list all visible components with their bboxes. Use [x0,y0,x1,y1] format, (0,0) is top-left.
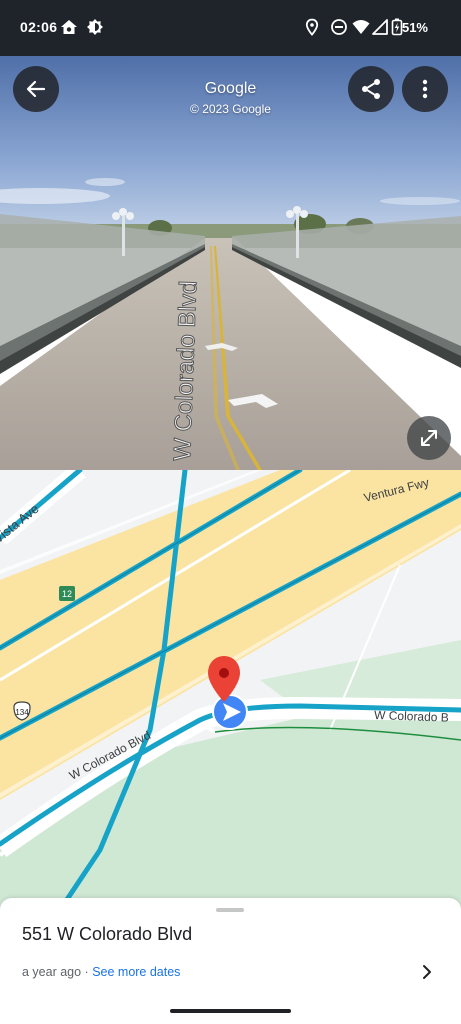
street-view-image: W Colorado Blvd [0,56,461,470]
gesture-nav-bar[interactable] [170,1009,291,1013]
share-icon [362,79,380,99]
signal-icon [372,19,388,35]
status-bar: 02:06 51% [0,0,461,56]
battery-percent: 51% [401,20,428,35]
expand-icon [421,430,437,446]
pegman-marker[interactable] [212,694,248,730]
svg-text:12: 12 [62,589,72,599]
capture-age: a year ago [22,965,82,979]
share-button[interactable] [348,66,394,112]
street-view-panorama[interactable]: W Colorado Blvd [0,56,461,470]
svg-text:134: 134 [15,708,29,717]
place-address: 551 W Colorado Blvd [22,924,193,944]
route-134-shield: 134 [13,701,31,721]
street-view-copyright: © 2023 Google [190,102,271,116]
more-vert-icon [422,79,428,99]
map-view[interactable]: 12 134 Vista Ave Ventura Fwy W Colorado … [0,470,461,910]
more-options-button[interactable] [402,66,448,112]
wifi-icon [352,20,370,34]
sheet-drag-handle[interactable] [216,908,244,912]
do-not-disturb-icon [331,19,347,35]
status-time: 02:06 [20,19,58,35]
capture-date-row: a year ago · See more dates [22,965,180,979]
brightness-icon [87,19,103,35]
route-12-shield: 12 [59,586,75,601]
separator-dot: · [81,965,93,979]
chevron-right-icon[interactable] [419,964,435,980]
home-icon [61,20,77,34]
map-canvas: 12 134 Vista Ave Ventura Fwy W Colorado … [0,470,461,910]
expand-button[interactable] [407,416,451,460]
location-icon [305,18,319,36]
see-more-dates-link[interactable]: See more dates [92,965,180,979]
place-bottom-sheet[interactable]: 551 W Colorado Blvd a year ago · See mor… [0,898,461,1024]
label-colorado-right: W Colorado B [374,708,449,725]
